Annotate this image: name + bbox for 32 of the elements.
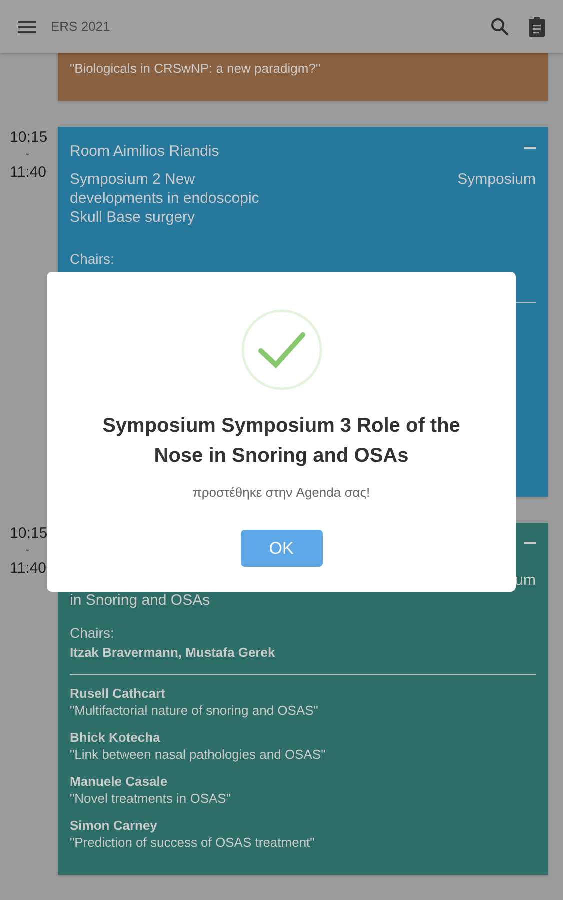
chairs-label: Chairs: xyxy=(70,625,116,641)
ok-button[interactable]: OK xyxy=(240,530,322,567)
clipboard-icon[interactable] xyxy=(529,16,545,36)
session-type: Symposium xyxy=(458,170,536,189)
dialog-message: προστέθηκε στην Agenda σας! xyxy=(192,485,370,500)
time-separator: - xyxy=(25,544,30,558)
session-title: Symposium 2 New developments in endoscopic Skull Base surgery xyxy=(70,170,260,227)
session-title: in Snoring and OSAs xyxy=(70,591,212,610)
speaker-name: Simon Carney xyxy=(70,817,158,834)
talk-title: "Novel treatments in OSAS" xyxy=(70,790,232,808)
session-type: um xyxy=(515,571,536,590)
session-card[interactable]: "Biologicals in CRSwNP: a new paradigm?" xyxy=(58,53,548,101)
end-time: 11:40 xyxy=(10,164,46,181)
talk-title: "Biologicals in CRSwNP: a new paradigm?" xyxy=(70,60,322,78)
talk-title: "Prediction of success of OSAS treatment" xyxy=(70,834,316,852)
chairs-names: Itzak Bravermann, Mustafa Gerek xyxy=(70,645,276,660)
time-separator: - xyxy=(25,148,30,162)
dialog-title: Symposium Symposium 3 Role of the Nose in Snoring and OSAs xyxy=(102,414,462,469)
checkmark-icon xyxy=(240,309,322,391)
app-title: ERS 2021 xyxy=(51,19,110,34)
chairs-label: Chairs: xyxy=(70,251,116,267)
menu-icon[interactable] xyxy=(18,20,36,32)
speaker-name: Manuele Casale xyxy=(70,773,169,790)
search-icon[interactable] xyxy=(491,18,509,36)
start-time: 10:15 xyxy=(10,129,48,146)
speaker-name: Bhick Kotecha xyxy=(70,729,162,746)
end-time: 11:40 xyxy=(10,560,46,577)
start-time: 10:15 xyxy=(10,525,48,542)
room-name: Room Aimilios Riandis xyxy=(70,142,220,160)
talk-title: "Link between nasal pathologies and OSAS" xyxy=(70,746,327,764)
talk-title: "Multifactorial nature of snoring and OSAS" xyxy=(70,702,320,720)
speaker-name: Rusell Cathcart xyxy=(70,685,166,702)
